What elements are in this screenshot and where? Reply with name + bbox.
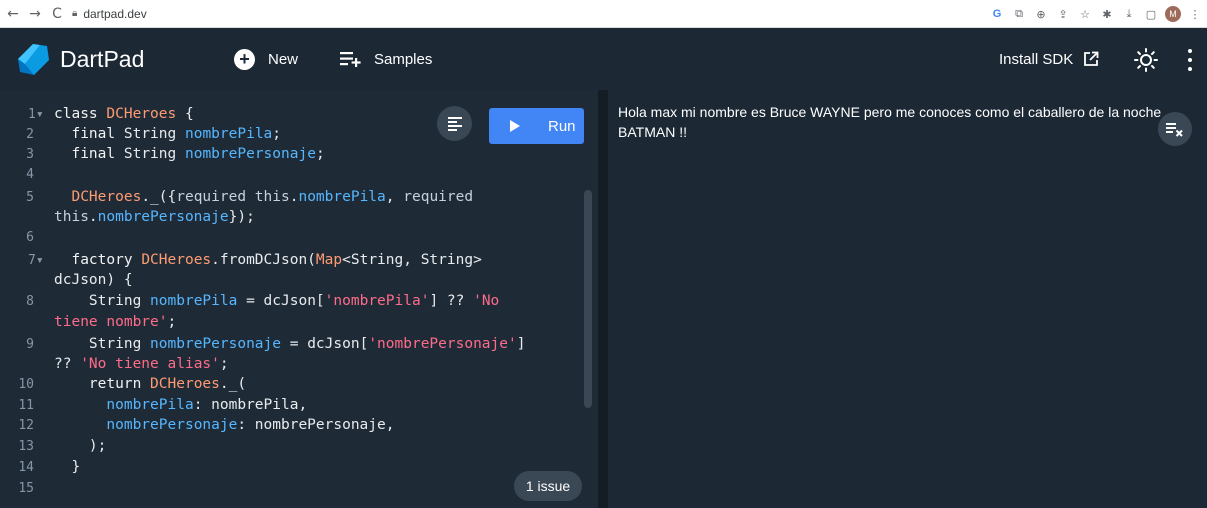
code-editor[interactable]: 1▾ 2 3 4 5 6 7▾ 8 9 10 11 12 13 14 15 cl… xyxy=(0,90,598,508)
run-label: Run xyxy=(548,117,576,135)
lock-icon: 🔒︎ xyxy=(72,8,78,19)
new-label: New xyxy=(268,50,299,68)
line-number: 1▾ xyxy=(28,107,44,122)
install-sdk-label: Install SDK xyxy=(999,50,1074,68)
reload-icon[interactable]: C xyxy=(46,3,68,25)
star-icon[interactable]: ☆ xyxy=(1077,6,1093,22)
format-align-icon xyxy=(447,116,462,131)
brightness-icon[interactable] xyxy=(1134,48,1158,72)
url-text: dartpad.dev xyxy=(83,6,147,21)
line-number: 14 xyxy=(18,460,34,475)
clear-console-button[interactable] xyxy=(1158,112,1192,146)
browser-nav: ← → C xyxy=(0,3,68,25)
line-number: 11 xyxy=(18,398,34,413)
extensions-icon[interactable]: ✱ xyxy=(1099,6,1115,22)
play-icon xyxy=(510,120,520,132)
editor-scrollbar[interactable] xyxy=(584,190,592,408)
browser-toolbar: ← → C 🔒︎ dartpad.dev G ⧉ ⊕ ⇪ ☆ ✱ ⤓ ▢ M ⋮ xyxy=(0,0,1207,28)
address-bar[interactable]: 🔒︎ dartpad.dev xyxy=(72,3,147,25)
format-button[interactable] xyxy=(437,106,472,141)
app-title: DartPad xyxy=(60,46,145,72)
line-number: 7▾ xyxy=(28,253,44,268)
forward-icon[interactable]: → xyxy=(24,3,46,25)
clear-all-icon xyxy=(1166,123,1183,137)
console-output: Hola max mi nombre es Bruce WAYNE pero m… xyxy=(608,90,1207,508)
line-number: 3 xyxy=(26,147,34,162)
download-icon[interactable]: ⤓ xyxy=(1121,6,1137,22)
playlist-add-icon xyxy=(340,52,361,67)
plus-circle-icon: + xyxy=(234,48,255,70)
console-text: Hola max mi nombre es Bruce WAYNE pero m… xyxy=(618,104,1162,140)
line-number: 2 xyxy=(26,127,34,142)
zoom-icon[interactable]: ⊕ xyxy=(1033,6,1049,22)
line-number: 6 xyxy=(26,230,34,245)
install-sdk-button[interactable]: Install SDK xyxy=(999,47,1099,71)
open-in-new-icon xyxy=(1084,51,1099,66)
more-vert-icon[interactable] xyxy=(1186,47,1194,73)
app-header: DartPad + New Samples Install SDK xyxy=(0,28,1207,90)
profile-avatar[interactable]: M xyxy=(1165,6,1181,22)
issues-badge[interactable]: 1 issue xyxy=(514,471,582,501)
panel-divider[interactable] xyxy=(598,90,608,508)
browser-extensions: G ⧉ ⊕ ⇪ ☆ ✱ ⤓ ▢ M ⋮ xyxy=(989,0,1203,28)
line-number: 9 xyxy=(26,337,34,352)
line-number: 15 xyxy=(18,481,34,496)
browser-menu-icon[interactable]: ⋮ xyxy=(1187,6,1203,22)
back-icon[interactable]: ← xyxy=(2,3,24,25)
samples-label: Samples xyxy=(374,50,433,68)
line-number: 10 xyxy=(18,377,34,392)
new-button[interactable]: + New xyxy=(234,47,298,71)
dart-logo-icon[interactable] xyxy=(16,42,50,76)
line-number: 5 xyxy=(26,190,34,205)
line-number: 8 xyxy=(26,294,34,309)
share-icon[interactable]: ⇪ xyxy=(1055,6,1071,22)
line-number: 13 xyxy=(18,439,34,454)
samples-button[interactable]: Samples xyxy=(340,47,432,71)
line-number: 4 xyxy=(26,167,34,182)
sidepanel-icon[interactable]: ▢ xyxy=(1143,6,1159,22)
line-number: 12 xyxy=(18,418,34,433)
screenshot-icon[interactable]: ⧉ xyxy=(1011,6,1027,22)
run-button[interactable]: Run xyxy=(489,108,584,144)
google-icon[interactable]: G xyxy=(989,6,1005,22)
